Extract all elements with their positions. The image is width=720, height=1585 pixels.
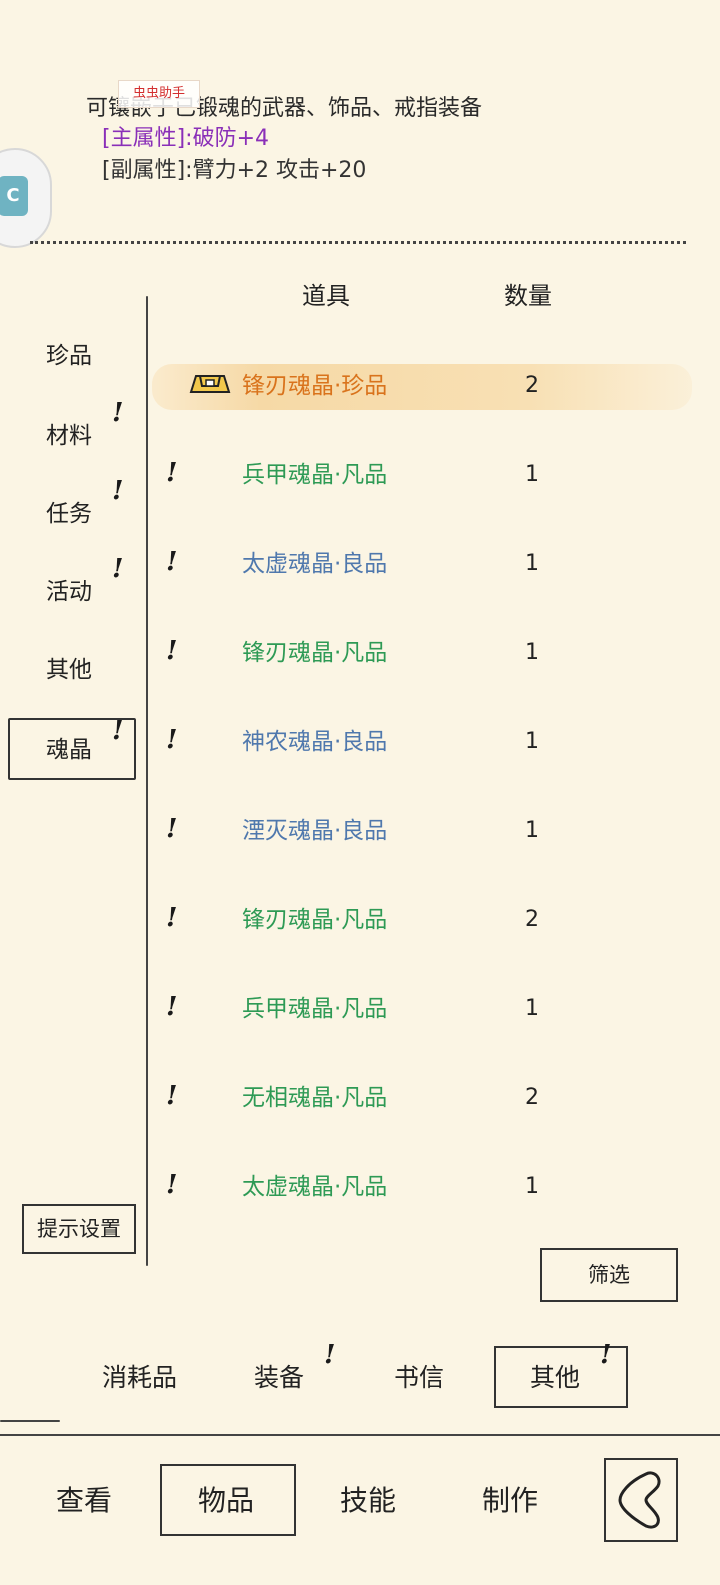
- subtab-equipment[interactable]: 装备: [254, 1360, 304, 1396]
- column-header-qty: 数量: [504, 282, 552, 310]
- item-qty: 1: [525, 996, 539, 1021]
- tip-settings-button[interactable]: 提示设置: [22, 1204, 136, 1254]
- new-indicator-icon: !: [166, 1170, 178, 1200]
- new-indicator-icon: !: [166, 547, 178, 577]
- item-name: 无相魂晶·凡品: [242, 1085, 388, 1111]
- new-indicator-icon: !: [112, 476, 124, 506]
- category-other[interactable]: 其他: [46, 654, 92, 686]
- item-qty: 2: [525, 1085, 539, 1110]
- category-quest[interactable]: 任务: [46, 498, 92, 530]
- category-treasure[interactable]: 珍品: [46, 340, 92, 372]
- new-indicator-icon: !: [166, 636, 178, 666]
- category-event[interactable]: 活动: [46, 576, 92, 608]
- watermark-label: 虫虫助手: [118, 80, 200, 108]
- item-qty: 1: [525, 1174, 539, 1199]
- tab-items[interactable]: 物品: [198, 1482, 254, 1520]
- subtab-letters[interactable]: 书信: [394, 1360, 444, 1396]
- item-name: 太虚魂晶·良品: [242, 551, 388, 577]
- item-name: 神农魂晶·良品: [242, 729, 388, 755]
- new-indicator-icon: !: [324, 1340, 336, 1370]
- main-attribute: [主属性]:破防+4: [102, 126, 270, 151]
- new-indicator-icon: !: [112, 398, 124, 428]
- new-indicator-icon: !: [166, 1081, 178, 1111]
- item-name: 兵甲魂晶·凡品: [242, 462, 388, 488]
- sub-attribute: [副属性]:臂力+2 攻击+20: [102, 158, 367, 183]
- item-qty: 1: [525, 551, 539, 576]
- new-indicator-icon: !: [166, 992, 178, 1022]
- chest-icon: [189, 375, 231, 393]
- back-button[interactable]: [604, 1458, 678, 1542]
- item-name: 兵甲魂晶·凡品: [242, 996, 388, 1022]
- assistant-logo-icon: C: [0, 176, 28, 216]
- category-materials[interactable]: 材料: [46, 420, 92, 452]
- item-qty: 1: [525, 818, 539, 843]
- filter-button[interactable]: 筛选: [540, 1248, 678, 1302]
- item-name: 锋刃魂晶·珍品: [242, 373, 388, 399]
- sidebar-divider: [146, 296, 148, 1266]
- divider: [0, 1420, 60, 1422]
- item-name: 湮灭魂晶·良品: [242, 818, 388, 844]
- new-indicator-icon: !: [166, 903, 178, 933]
- new-indicator-icon: !: [600, 1340, 612, 1370]
- item-name: 锋刃魂晶·凡品: [242, 640, 388, 666]
- subtab-other[interactable]: 其他: [530, 1360, 580, 1396]
- item-qty: 1: [525, 729, 539, 754]
- item-name: 太虚魂晶·凡品: [242, 1174, 388, 1200]
- item-qty: 1: [525, 462, 539, 487]
- back-arrow-icon: [618, 1471, 661, 1529]
- new-indicator-icon: !: [166, 458, 178, 488]
- floating-assistant-button[interactable]: C: [0, 148, 52, 248]
- item-qty: 1: [525, 640, 539, 665]
- new-indicator-icon: !: [112, 716, 124, 746]
- selected-row-highlight: [152, 364, 692, 410]
- category-soul-crystal[interactable]: 魂晶: [46, 734, 92, 766]
- item-qty: 2: [525, 373, 539, 398]
- new-indicator-icon: !: [166, 814, 178, 844]
- tab-crafting[interactable]: 制作: [482, 1482, 538, 1520]
- divider: [30, 241, 686, 244]
- item-name: 锋刃魂晶·凡品: [242, 907, 388, 933]
- new-indicator-icon: !: [112, 554, 124, 584]
- tab-skills[interactable]: 技能: [340, 1482, 396, 1520]
- item-qty: 2: [525, 907, 539, 932]
- divider: [0, 1434, 720, 1436]
- new-indicator-icon: !: [166, 725, 178, 755]
- column-header-item: 道具: [302, 282, 350, 310]
- tab-view[interactable]: 查看: [56, 1482, 112, 1520]
- subtab-consumables[interactable]: 消耗品: [102, 1360, 177, 1396]
